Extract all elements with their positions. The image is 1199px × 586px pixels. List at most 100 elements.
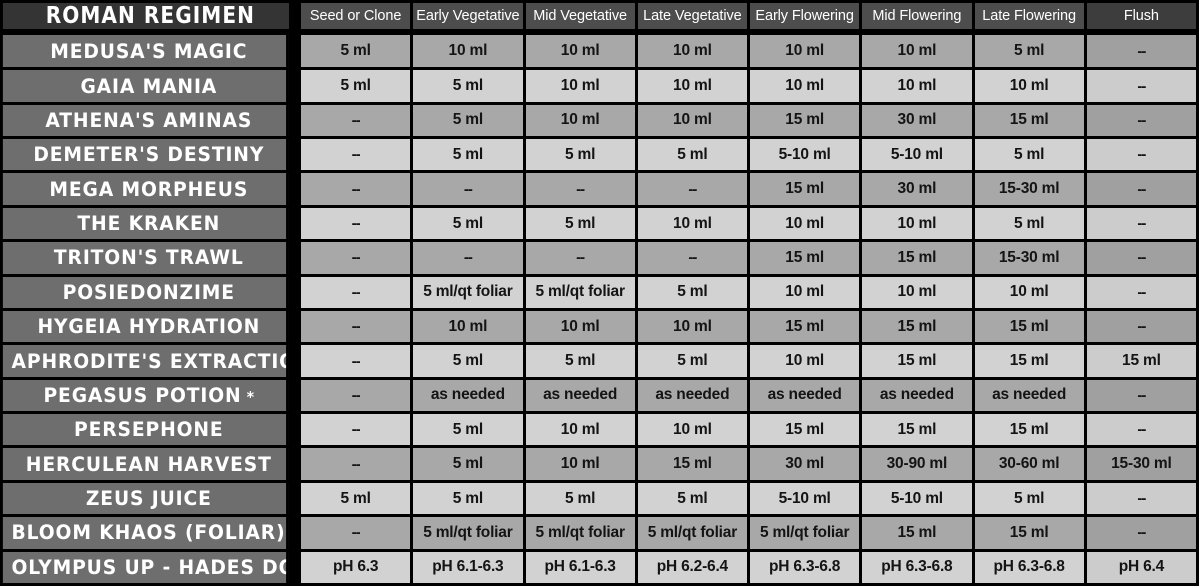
dosage-cell: 15 ml bbox=[862, 345, 975, 380]
dosage-cell: 15 ml bbox=[862, 414, 975, 449]
dosage-cell: 5 ml bbox=[301, 70, 414, 105]
dosage-cell: 15 ml bbox=[750, 414, 863, 449]
dosage-cell: 5 ml bbox=[413, 207, 526, 243]
dosage-cell: 10 ml bbox=[750, 32, 863, 71]
dosage-cell: -- bbox=[1086, 310, 1199, 346]
dosage-cell: -- bbox=[1086, 242, 1199, 277]
dosage-cell: -- bbox=[1086, 207, 1199, 243]
dosage-cell: -- bbox=[301, 517, 414, 552]
dosage-cell: 15 ml bbox=[750, 104, 863, 140]
product-name-cell: APHRODITE'S EXTRACTION bbox=[0, 345, 289, 380]
dosage-cell: 15 ml bbox=[974, 104, 1087, 140]
dosage-cell: 10 ml bbox=[525, 414, 638, 449]
dosage-cell: -- bbox=[1086, 173, 1199, 208]
dosage-cell: pH 6.3 bbox=[301, 551, 414, 586]
column-header-mid-flowering: Mid Flowering bbox=[862, 0, 975, 32]
page-title: ROMAN REGIMEN bbox=[0, 0, 292, 32]
dosage-cell: -- bbox=[301, 173, 414, 208]
dosage-cell: -- bbox=[301, 242, 414, 277]
column-header-flush: Flush bbox=[1086, 0, 1199, 32]
table-row: APHRODITE'S EXTRACTION -- 5 ml 5 ml 5 ml 10 m… bbox=[0, 345, 1199, 380]
dosage-cell: 15-30 ml bbox=[974, 242, 1087, 277]
dosage-cell: 10 ml bbox=[525, 70, 638, 105]
dosage-cell: 10 ml bbox=[750, 276, 863, 311]
dosage-cell: 10 ml bbox=[750, 345, 863, 380]
dosage-cell: 15 ml bbox=[974, 345, 1087, 380]
dosage-cell: 5 ml bbox=[525, 139, 638, 174]
dosage-cell: pH 6.2-6.4 bbox=[637, 551, 750, 586]
dosage-cell: 5 ml bbox=[413, 345, 526, 380]
dosage-cell: 5 ml bbox=[413, 139, 526, 174]
dosage-cell: -- bbox=[301, 276, 414, 311]
product-name-cell: OLYMPUS UP - HADES DOWN bbox=[0, 551, 289, 586]
dosage-cell: -- bbox=[637, 173, 750, 208]
dosage-cell: 15 ml bbox=[862, 517, 975, 552]
product-name-cell: HERCULEAN HARVEST bbox=[0, 448, 289, 483]
dosage-cell: 10 ml bbox=[525, 448, 638, 483]
table-row: HERCULEAN HARVEST -- 5 ml 10 ml 15 ml 30 ml 30… bbox=[0, 448, 1199, 483]
dosage-cell: -- bbox=[525, 242, 638, 277]
table-row: GAIA MANIA 5 ml 5 ml 10 ml 10 ml 10 ml 10 ml 10… bbox=[0, 70, 1199, 105]
dosage-cell: -- bbox=[301, 139, 414, 174]
dosage-cell: -- bbox=[1086, 276, 1199, 311]
dosage-cell: 5 ml/qt foliar bbox=[413, 517, 526, 552]
dosage-cell: -- bbox=[413, 173, 526, 208]
dosage-cell: 10 ml bbox=[637, 207, 750, 243]
dosage-cell: as needed bbox=[525, 379, 638, 415]
product-name-cell: PEGASUS POTION * bbox=[0, 379, 289, 415]
dosage-cell: -- bbox=[301, 379, 414, 415]
dosage-cell: 10 ml bbox=[750, 70, 863, 105]
dosage-cell: 15 ml bbox=[750, 310, 863, 346]
dosage-cell: as needed bbox=[637, 379, 750, 415]
dosage-cell: -- bbox=[1086, 482, 1199, 518]
dosage-cell: -- bbox=[1086, 32, 1199, 71]
column-header-early-vegetative: Early Vegetative bbox=[413, 0, 526, 32]
dosage-cell: 30 ml bbox=[862, 104, 975, 140]
table-row: DEMETER'S DESTINY -- 5 ml 5 ml 5 ml 5-10 ml 5-… bbox=[0, 139, 1199, 174]
table-row: PEGASUS POTION * -- as needed as needed as n… bbox=[0, 379, 1199, 415]
dosage-cell: 10 ml bbox=[525, 310, 638, 346]
product-name-cell: ATHENA'S AMINAS bbox=[0, 104, 289, 140]
dosage-cell: pH 6.1-6.3 bbox=[525, 551, 638, 586]
dosage-cell: -- bbox=[301, 207, 414, 243]
dosage-cell: 5 ml bbox=[413, 482, 526, 518]
dosage-cell: pH 6.3-6.8 bbox=[750, 551, 863, 586]
dosage-cell: 10 ml bbox=[525, 32, 638, 71]
dosage-cell: 5 ml/qt foliar bbox=[525, 517, 638, 552]
dosage-cell: -- bbox=[1086, 379, 1199, 415]
dosage-cell: -- bbox=[1086, 139, 1199, 174]
dosage-cell: pH 6.4 bbox=[1086, 551, 1199, 586]
dosage-cell: 15-30 ml bbox=[1086, 448, 1199, 483]
dosage-cell: -- bbox=[1086, 104, 1199, 140]
dosage-cell: 10 ml bbox=[750, 207, 863, 243]
dosage-cell: as needed bbox=[750, 379, 863, 415]
header-row: ROMAN REGIMEN Seed or Clone Early Vegeta… bbox=[0, 0, 1199, 32]
dosage-cell: 10 ml bbox=[637, 310, 750, 346]
dosage-cell: 5 ml bbox=[413, 104, 526, 140]
product-name-cell: MEGA MORPHEUS bbox=[0, 173, 289, 208]
table-body: MEDUSA'S MAGIC 5 ml 10 ml 10 ml 10 ml 10 ml 10… bbox=[0, 32, 1199, 586]
dosage-cell: 10 ml bbox=[413, 32, 526, 71]
product-name-cell: DEMETER'S DESTINY bbox=[0, 139, 289, 174]
dosage-cell: 15 ml bbox=[637, 448, 750, 483]
product-name-cell: TRITON'S TRAWL bbox=[0, 242, 289, 277]
dosage-cell: -- bbox=[301, 448, 414, 483]
dosage-cell: 5-10 ml bbox=[862, 139, 975, 174]
dosage-cell: 5 ml/qt foliar bbox=[637, 517, 750, 552]
dosage-cell: 5 ml bbox=[974, 32, 1087, 71]
dosage-cell: 10 ml bbox=[413, 310, 526, 346]
dosage-cell: 5 ml bbox=[525, 345, 638, 380]
dosage-cell: 15 ml bbox=[750, 173, 863, 208]
dosage-cell: 10 ml bbox=[637, 104, 750, 140]
dosage-cell: 15 ml bbox=[862, 310, 975, 346]
dosage-cell: 10 ml bbox=[862, 276, 975, 311]
dosage-cell: 10 ml bbox=[637, 414, 750, 449]
dosage-cell: 5-10 ml bbox=[750, 139, 863, 174]
dosage-cell: as needed bbox=[862, 379, 975, 415]
table-row: BLOOM KHAOS (FOLIAR) **--5 ml/qt foliar5… bbox=[0, 517, 1199, 552]
dosage-cell: 15-30 ml bbox=[974, 173, 1087, 208]
dosage-cell: 10 ml bbox=[974, 276, 1087, 311]
dosage-cell: 10 ml bbox=[974, 70, 1087, 105]
table-row: TRITON'S TRAWL -- -- -- -- 15 ml 15 ml 15-30 ml… bbox=[0, 242, 1199, 277]
product-name-cell: BLOOM KHAOS (FOLIAR) ** bbox=[0, 517, 289, 552]
